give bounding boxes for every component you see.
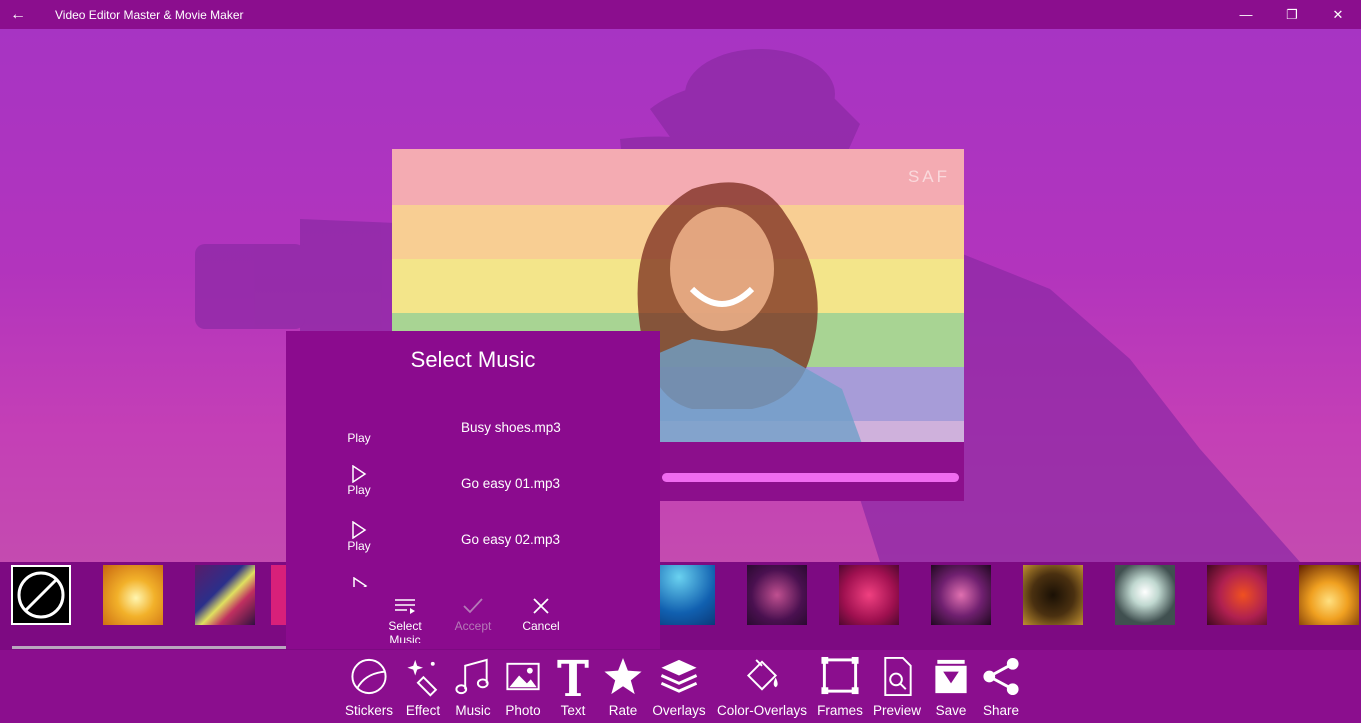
preview-label: Preview xyxy=(872,703,921,718)
frame-icon xyxy=(821,656,859,695)
stickers-label: Stickers xyxy=(344,703,393,718)
editor-stage: SAF xyxy=(0,29,1361,562)
text-label: Text xyxy=(560,703,586,718)
save-button[interactable]: Save xyxy=(930,656,972,718)
rate-label: Rate xyxy=(608,703,638,718)
effect-thumbnail[interactable] xyxy=(839,565,899,625)
dialog-title: Select Music xyxy=(410,347,536,372)
save-label: Save xyxy=(935,703,967,718)
effect-thumbnail[interactable] xyxy=(655,565,715,625)
play-label: Play xyxy=(347,431,371,445)
close-icon[interactable]: ✕ xyxy=(1315,0,1361,29)
frames-label: Frames xyxy=(817,703,863,718)
no-effect-thumbnail[interactable] xyxy=(11,565,71,625)
share-label: Share xyxy=(982,703,1020,718)
minimize-icon[interactable]: — xyxy=(1223,0,1269,29)
photo-label: Photo xyxy=(505,703,541,718)
playback-progress-bar[interactable] xyxy=(662,473,959,482)
effect-thumbnail[interactable] xyxy=(1023,565,1083,625)
effect-thumbnail[interactable] xyxy=(1207,565,1267,625)
play-icon xyxy=(352,521,367,539)
checkmark-icon xyxy=(463,598,483,614)
play-icon[interactable] xyxy=(352,577,368,587)
sticker-icon xyxy=(351,658,387,695)
share-button[interactable]: Share xyxy=(978,656,1024,718)
share-icon xyxy=(983,657,1019,696)
photo-button[interactable]: Photo xyxy=(501,656,545,718)
track-row[interactable]: Play Go easy 01.mp3 xyxy=(286,461,660,517)
play-label: Play xyxy=(347,539,371,553)
effect-thumbnail[interactable] xyxy=(1115,565,1175,625)
effect-thumbnail[interactable] xyxy=(747,565,807,625)
color-overlays-button[interactable]: Color-Overlays xyxy=(714,656,810,718)
title-bar: ← Video Editor Master & Movie Maker xyxy=(0,0,1361,29)
music-button[interactable]: Music xyxy=(452,656,494,718)
preview-button[interactable]: Preview xyxy=(870,656,924,718)
cancel-button[interactable]: Cancel xyxy=(509,597,573,633)
rate-button[interactable]: Rate xyxy=(600,656,646,718)
play-button[interactable]: Play xyxy=(334,521,384,553)
document-search-icon xyxy=(884,656,912,697)
effect-thumbnail[interactable] xyxy=(103,565,163,625)
accept-label: Accept xyxy=(454,619,492,633)
strip-scrollbar[interactable] xyxy=(12,646,286,649)
effect-label: Effect xyxy=(405,703,441,718)
select-music-dialog: Select Music Play Busy shoes.mp3 Play Go… xyxy=(286,331,660,649)
accept-button[interactable]: Accept xyxy=(441,597,505,633)
cancel-label: Cancel xyxy=(522,619,560,633)
photo-icon xyxy=(506,662,540,691)
music-note-icon xyxy=(455,658,489,695)
effect-thumbnail[interactable] xyxy=(1299,565,1359,625)
effect-thumbnail[interactable] xyxy=(195,565,255,625)
track-name: Busy shoes.mp3 xyxy=(461,420,561,435)
track-row[interactable]: Play Busy shoes.mp3 xyxy=(286,405,660,461)
play-button[interactable]: Play xyxy=(334,465,384,497)
color-overlays-label: Color-Overlays xyxy=(716,703,808,718)
track-name: Go easy 01.mp3 xyxy=(461,476,561,491)
effect-button[interactable]: Effect xyxy=(400,656,446,718)
track-row[interactable]: Play Go easy 02.mp3 xyxy=(286,517,660,573)
select-music-button[interactable]: Select Music xyxy=(373,597,437,643)
select-music-label: Select Music xyxy=(388,619,422,643)
play-label: Play xyxy=(347,483,371,497)
play-icon xyxy=(352,465,367,483)
text-icon xyxy=(557,659,589,697)
close-icon xyxy=(533,598,549,614)
back-arrow-icon[interactable]: ← xyxy=(0,0,36,29)
overlays-label: Overlays xyxy=(652,703,706,718)
layers-icon xyxy=(660,659,698,693)
paint-bucket-icon xyxy=(746,659,778,691)
play-button[interactable]: Play xyxy=(334,423,384,447)
star-icon xyxy=(604,657,642,695)
magic-wand-icon xyxy=(407,659,438,697)
frames-button[interactable]: Frames xyxy=(815,656,865,718)
bottom-toolbar: Stickers Effect Music Photo Text Rate Ov… xyxy=(0,650,1361,723)
window-title: Video Editor Master & Movie Maker xyxy=(55,7,244,22)
watermark-text: SAF xyxy=(907,167,950,186)
playlist-icon xyxy=(395,599,415,614)
restore-icon[interactable]: ❐ xyxy=(1269,0,1315,29)
effects-strip xyxy=(0,562,1361,650)
no-symbol-icon xyxy=(17,571,65,619)
save-icon xyxy=(935,659,967,694)
stickers-button[interactable]: Stickers xyxy=(344,656,394,718)
music-label: Music xyxy=(455,703,491,718)
effect-thumbnail[interactable] xyxy=(271,565,286,625)
overlays-button[interactable]: Overlays xyxy=(652,656,706,718)
track-name: Go easy 02.mp3 xyxy=(461,532,561,547)
effect-thumbnail[interactable] xyxy=(931,565,991,625)
text-button[interactable]: Text xyxy=(551,656,595,718)
